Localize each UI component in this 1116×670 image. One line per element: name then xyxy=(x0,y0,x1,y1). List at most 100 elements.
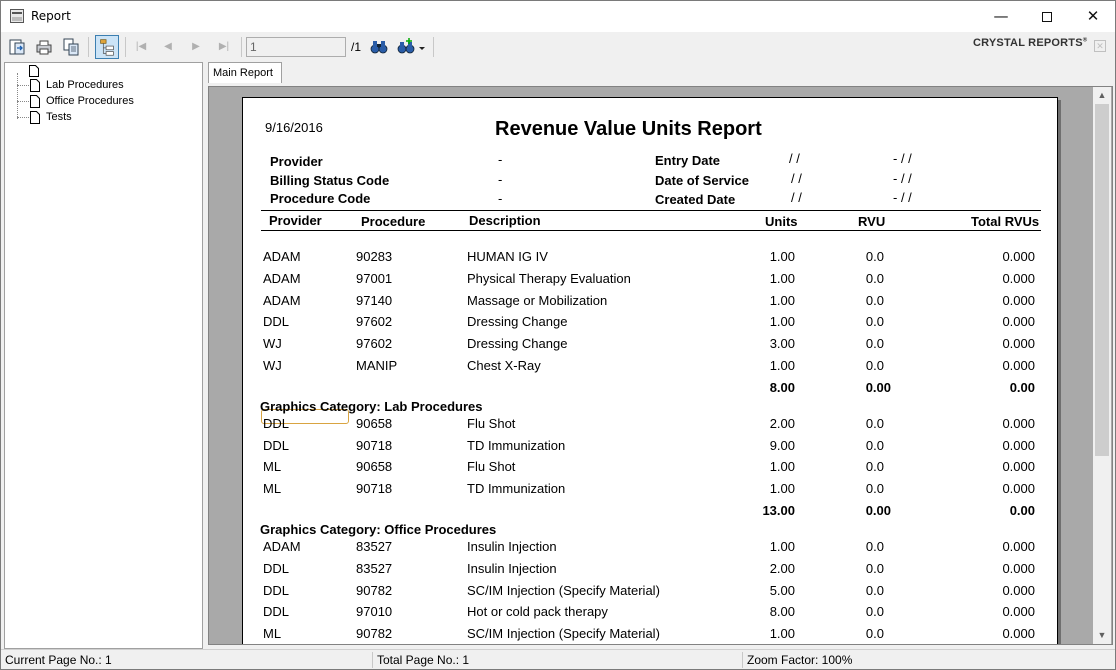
tree-item-label: Office Procedures xyxy=(46,95,134,107)
toolbar: |◀ ◀ ▶ ▶| 1 /1 CRYSTAL REPORTS® ✕ xyxy=(1,32,1115,62)
scrollbar-thumb[interactable] xyxy=(1095,104,1109,456)
cell-provider: ADAM xyxy=(263,270,301,286)
entry-date-from: / / xyxy=(789,151,800,166)
cell-rvu: 0.0 xyxy=(865,270,884,286)
cell-provider: ML xyxy=(263,626,282,642)
vertical-scrollbar[interactable]: ▲ ▼ xyxy=(1093,87,1111,644)
cell-units: 5.00 xyxy=(769,582,795,598)
status-current-page: Current Page No.: 1 xyxy=(5,653,112,667)
cell-total-rvus: 0.000 xyxy=(1002,270,1035,286)
entry-date-label: Entry Date xyxy=(655,153,721,168)
cell-units: 1.00 xyxy=(769,481,795,497)
cell-description: Chest X-Ray xyxy=(467,358,541,373)
column-header-rvu: RVU xyxy=(858,214,886,229)
tab-main-report[interactable]: Main Report xyxy=(208,62,282,83)
cell-rvu: 0.0 xyxy=(865,358,884,373)
group-total-rvu: 0.00 xyxy=(865,379,891,395)
cell-provider: DDL xyxy=(263,560,290,576)
toolbar-separator xyxy=(88,37,89,57)
cell-rvu: 0.0 xyxy=(865,292,884,308)
cell-rvu: 0.0 xyxy=(865,539,884,554)
title-bar: Report — ✕ xyxy=(1,1,1115,32)
procedure-code-label: Procedure Code xyxy=(270,191,371,206)
cell-total-rvus: 0.000 xyxy=(1002,459,1035,475)
cell-provider: DDL xyxy=(263,604,290,620)
cell-provider: DDL xyxy=(263,415,290,431)
page-number-input[interactable]: 1 xyxy=(246,37,346,57)
cell-description: TD Immunization xyxy=(467,481,566,497)
column-header-units: Units xyxy=(765,214,798,229)
column-header-procedure: Procedure xyxy=(361,214,426,229)
date-of-service-from: / / xyxy=(791,171,802,186)
registered-mark: ® xyxy=(1082,37,1088,44)
cell-description: HUMAN IG IV xyxy=(467,249,548,264)
maximize-button[interactable] xyxy=(1024,1,1070,32)
cell-provider: ADAM xyxy=(263,249,301,264)
header-rule-bottom xyxy=(261,230,1041,231)
print-icon[interactable] xyxy=(34,37,54,57)
cell-rvu: 0.0 xyxy=(865,560,884,576)
cell-rvu: 0.0 xyxy=(865,249,884,264)
cell-units: 1.00 xyxy=(769,539,795,554)
next-page-icon[interactable]: ▶ xyxy=(189,39,203,55)
maximize-icon xyxy=(1042,11,1052,22)
cell-rvu: 0.0 xyxy=(865,336,884,352)
billing-status-label: Billing Status Code xyxy=(270,173,390,188)
cell-total-rvus: 0.000 xyxy=(1002,358,1035,373)
status-separator xyxy=(742,652,743,668)
zoom-icon[interactable] xyxy=(396,37,416,57)
cell-units: 3.00 xyxy=(769,336,795,352)
group-header: Graphics Category: Lab Procedures xyxy=(260,398,483,414)
cell-units: 1.00 xyxy=(769,249,795,264)
cell-rvu: 0.0 xyxy=(865,437,884,453)
cell-procedure: 83527 xyxy=(356,560,393,576)
binoculars-search-icon[interactable] xyxy=(369,37,389,57)
close-logo-icon[interactable]: ✕ xyxy=(1094,40,1106,52)
tree-root-document-icon[interactable] xyxy=(29,65,39,77)
cell-units: 1.00 xyxy=(769,292,795,308)
previous-page-icon[interactable]: ◀ xyxy=(161,39,175,55)
tree-item-label: Tests xyxy=(46,111,72,123)
cell-description: Physical Therapy Evaluation xyxy=(467,270,631,286)
procedure-code-value: - xyxy=(498,191,503,206)
report-viewer[interactable]: 9/16/2016 Revenue Value Units Report Pro… xyxy=(208,86,1113,645)
status-bar: Current Page No.: 1 Total Page No.: 1 Zo… xyxy=(1,649,1115,669)
cell-total-rvus: 0.000 xyxy=(1002,415,1035,431)
cell-provider: DDL xyxy=(263,314,290,330)
cell-procedure: 90782 xyxy=(356,582,393,598)
cell-description: Flu Shot xyxy=(467,459,516,475)
cell-provider: ML xyxy=(263,459,282,475)
date-of-service-to: - / / xyxy=(893,171,912,186)
minimize-button[interactable]: — xyxy=(978,1,1024,32)
window-title: Report xyxy=(31,9,71,23)
scroll-down-icon[interactable]: ▼ xyxy=(1093,627,1111,644)
close-button[interactable]: ✕ xyxy=(1070,1,1116,32)
cell-description: Massage or Mobilization xyxy=(467,292,608,308)
toolbar-separator xyxy=(241,37,242,57)
cell-total-rvus: 0.000 xyxy=(1002,604,1035,620)
status-separator xyxy=(372,652,373,668)
group-total-rvus: 0.00 xyxy=(1009,379,1035,395)
toggle-group-tree-icon[interactable] xyxy=(95,35,119,59)
chevron-down-icon[interactable] xyxy=(418,37,426,57)
cell-procedure: 90658 xyxy=(356,415,393,431)
billing-status-value: - xyxy=(498,172,503,187)
report-window: Report — ✕ |◀ ◀ ▶ ▶| 1 /1 CRYSTAL REPORT… xyxy=(0,0,1116,670)
group-total-units: 13.00 xyxy=(762,503,795,518)
cell-rvu: 0.0 xyxy=(865,582,884,598)
cell-rvu: 0.0 xyxy=(865,314,884,330)
first-page-icon[interactable]: |◀ xyxy=(134,39,148,55)
cell-units: 1.00 xyxy=(769,626,795,642)
scroll-up-icon[interactable]: ▲ xyxy=(1093,87,1111,104)
crystal-reports-logo: CRYSTAL REPORTS® xyxy=(973,37,1087,49)
cell-total-rvus: 0.000 xyxy=(1002,582,1035,598)
cell-procedure: 90718 xyxy=(356,481,393,497)
cell-units: 9.00 xyxy=(769,437,795,453)
copy-icon[interactable] xyxy=(61,37,81,57)
group-tree: Lab Procedures Office Procedures Tests xyxy=(4,62,203,649)
export-icon[interactable] xyxy=(7,37,27,57)
last-page-icon[interactable]: ▶| xyxy=(217,39,231,55)
entry-date-to: - / / xyxy=(893,151,912,166)
cell-units: 8.00 xyxy=(769,604,795,620)
cell-total-rvus: 0.000 xyxy=(1002,292,1035,308)
